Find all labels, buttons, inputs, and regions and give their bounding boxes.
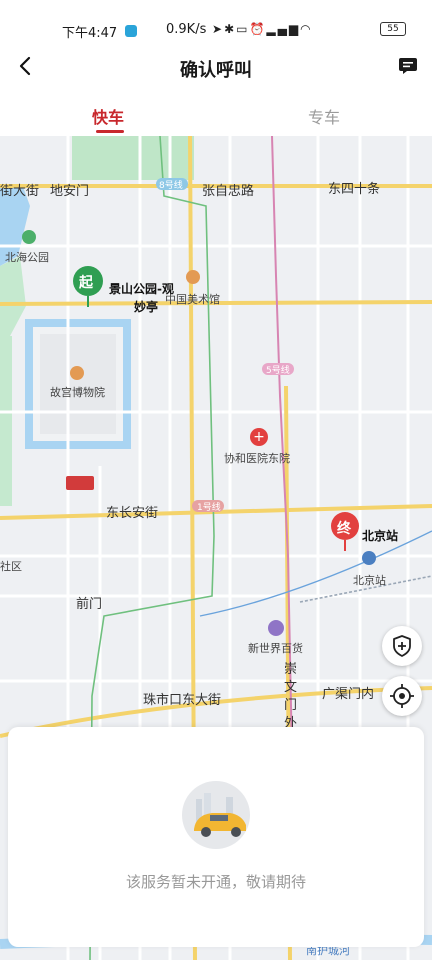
service-panel: 该服务暂未开通，敬请期待 (8, 727, 424, 947)
shopping-icon (268, 620, 284, 636)
active-tab-indicator (96, 130, 124, 133)
alarm-icon: ⏰ (249, 22, 267, 36)
map-label-qianmen: 前门 (76, 597, 103, 612)
service-unavailable-notice: 该服务暂未开通，敬请期待 (125, 873, 306, 891)
map-label-chongwen-3: 门 (284, 698, 298, 713)
map-label-dajie: 街大街 (0, 184, 40, 199)
network-speed: 0.9K/s (166, 22, 207, 37)
map-label-zhushikou: 珠市口东大街 (143, 693, 222, 708)
tab-zhuanche[interactable]: 专车 (308, 104, 340, 128)
wifi-icon: ◠ (300, 22, 313, 36)
map-label-xinshijie: 新世界百货 (248, 642, 303, 655)
map-label-jingshan-2: 妙亭 (134, 300, 159, 314)
bluetooth-icon: ✱ (224, 22, 237, 36)
map-label-meishuguan: 中国美术馆 (165, 293, 220, 306)
status-bar: 下午4:47 0.9K/s ➤✱▭⏰▂▄▆◠ 55 (0, 0, 432, 44)
status-time: 下午4:47 (62, 26, 118, 41)
map-label-chongwen-1: 崇 (284, 662, 298, 677)
safety-shield-button[interactable] (382, 626, 422, 666)
hospital-icon: + (250, 428, 268, 446)
map-label-dongchangan: 东长安街 (106, 506, 159, 521)
vibrate-icon: ▭ (236, 22, 250, 36)
map-label-line8: 8号线 (159, 181, 183, 191)
location-icon: ➤ (212, 22, 225, 36)
status-icons: ➤✱▭⏰▂▄▆◠ (212, 22, 313, 36)
map-label-gugong: 故宫博物院 (50, 386, 105, 399)
tab-kuaiche[interactable]: 快车 (92, 104, 124, 128)
map-label-shequ: 社区 (0, 560, 22, 573)
signal-icon: ▂▄▆ (266, 22, 301, 36)
map-label-line1: 1号线 (197, 503, 221, 513)
locate-button[interactable] (382, 676, 422, 716)
map-label-guangqumen: 广渠门内 (322, 687, 375, 702)
battery-indicator: 55 (380, 22, 406, 36)
train-station-icon (362, 551, 376, 565)
map-label-dongsishi: 东四十条 (328, 182, 381, 197)
gugong-icon (70, 366, 84, 380)
message-icon[interactable] (398, 56, 418, 76)
map-label-line5: 5号线 (266, 366, 290, 376)
app-notification-icon (125, 25, 137, 37)
taxi-car-icon (182, 781, 250, 849)
page-title: 确认呼叫 (180, 60, 252, 81)
service-tabs: 快车 专车 (0, 90, 432, 136)
map-label-zhangzizhong: 张自忠路 (202, 184, 255, 199)
map-label-beihai: 北海公园 (5, 251, 49, 264)
shield-plus-icon (393, 635, 411, 657)
map-label-xiehe: 协和医院东院 (224, 452, 290, 465)
map-label-beijingzhan: 北京站 (362, 529, 399, 543)
start-marker-label: 起 (79, 275, 93, 291)
map-label-beijingzhan-station: 北京站 (353, 574, 386, 587)
tiananmen-icon (66, 476, 94, 490)
top-bar: 确认呼叫 (0, 44, 432, 90)
end-marker-label: 终 (337, 521, 351, 537)
map-label-chongwen-2: 文 (284, 680, 298, 695)
locate-icon (390, 684, 414, 708)
park-icon (22, 230, 36, 244)
map-label-dianmen: 地安门 (50, 184, 90, 199)
museum-icon (186, 270, 200, 284)
